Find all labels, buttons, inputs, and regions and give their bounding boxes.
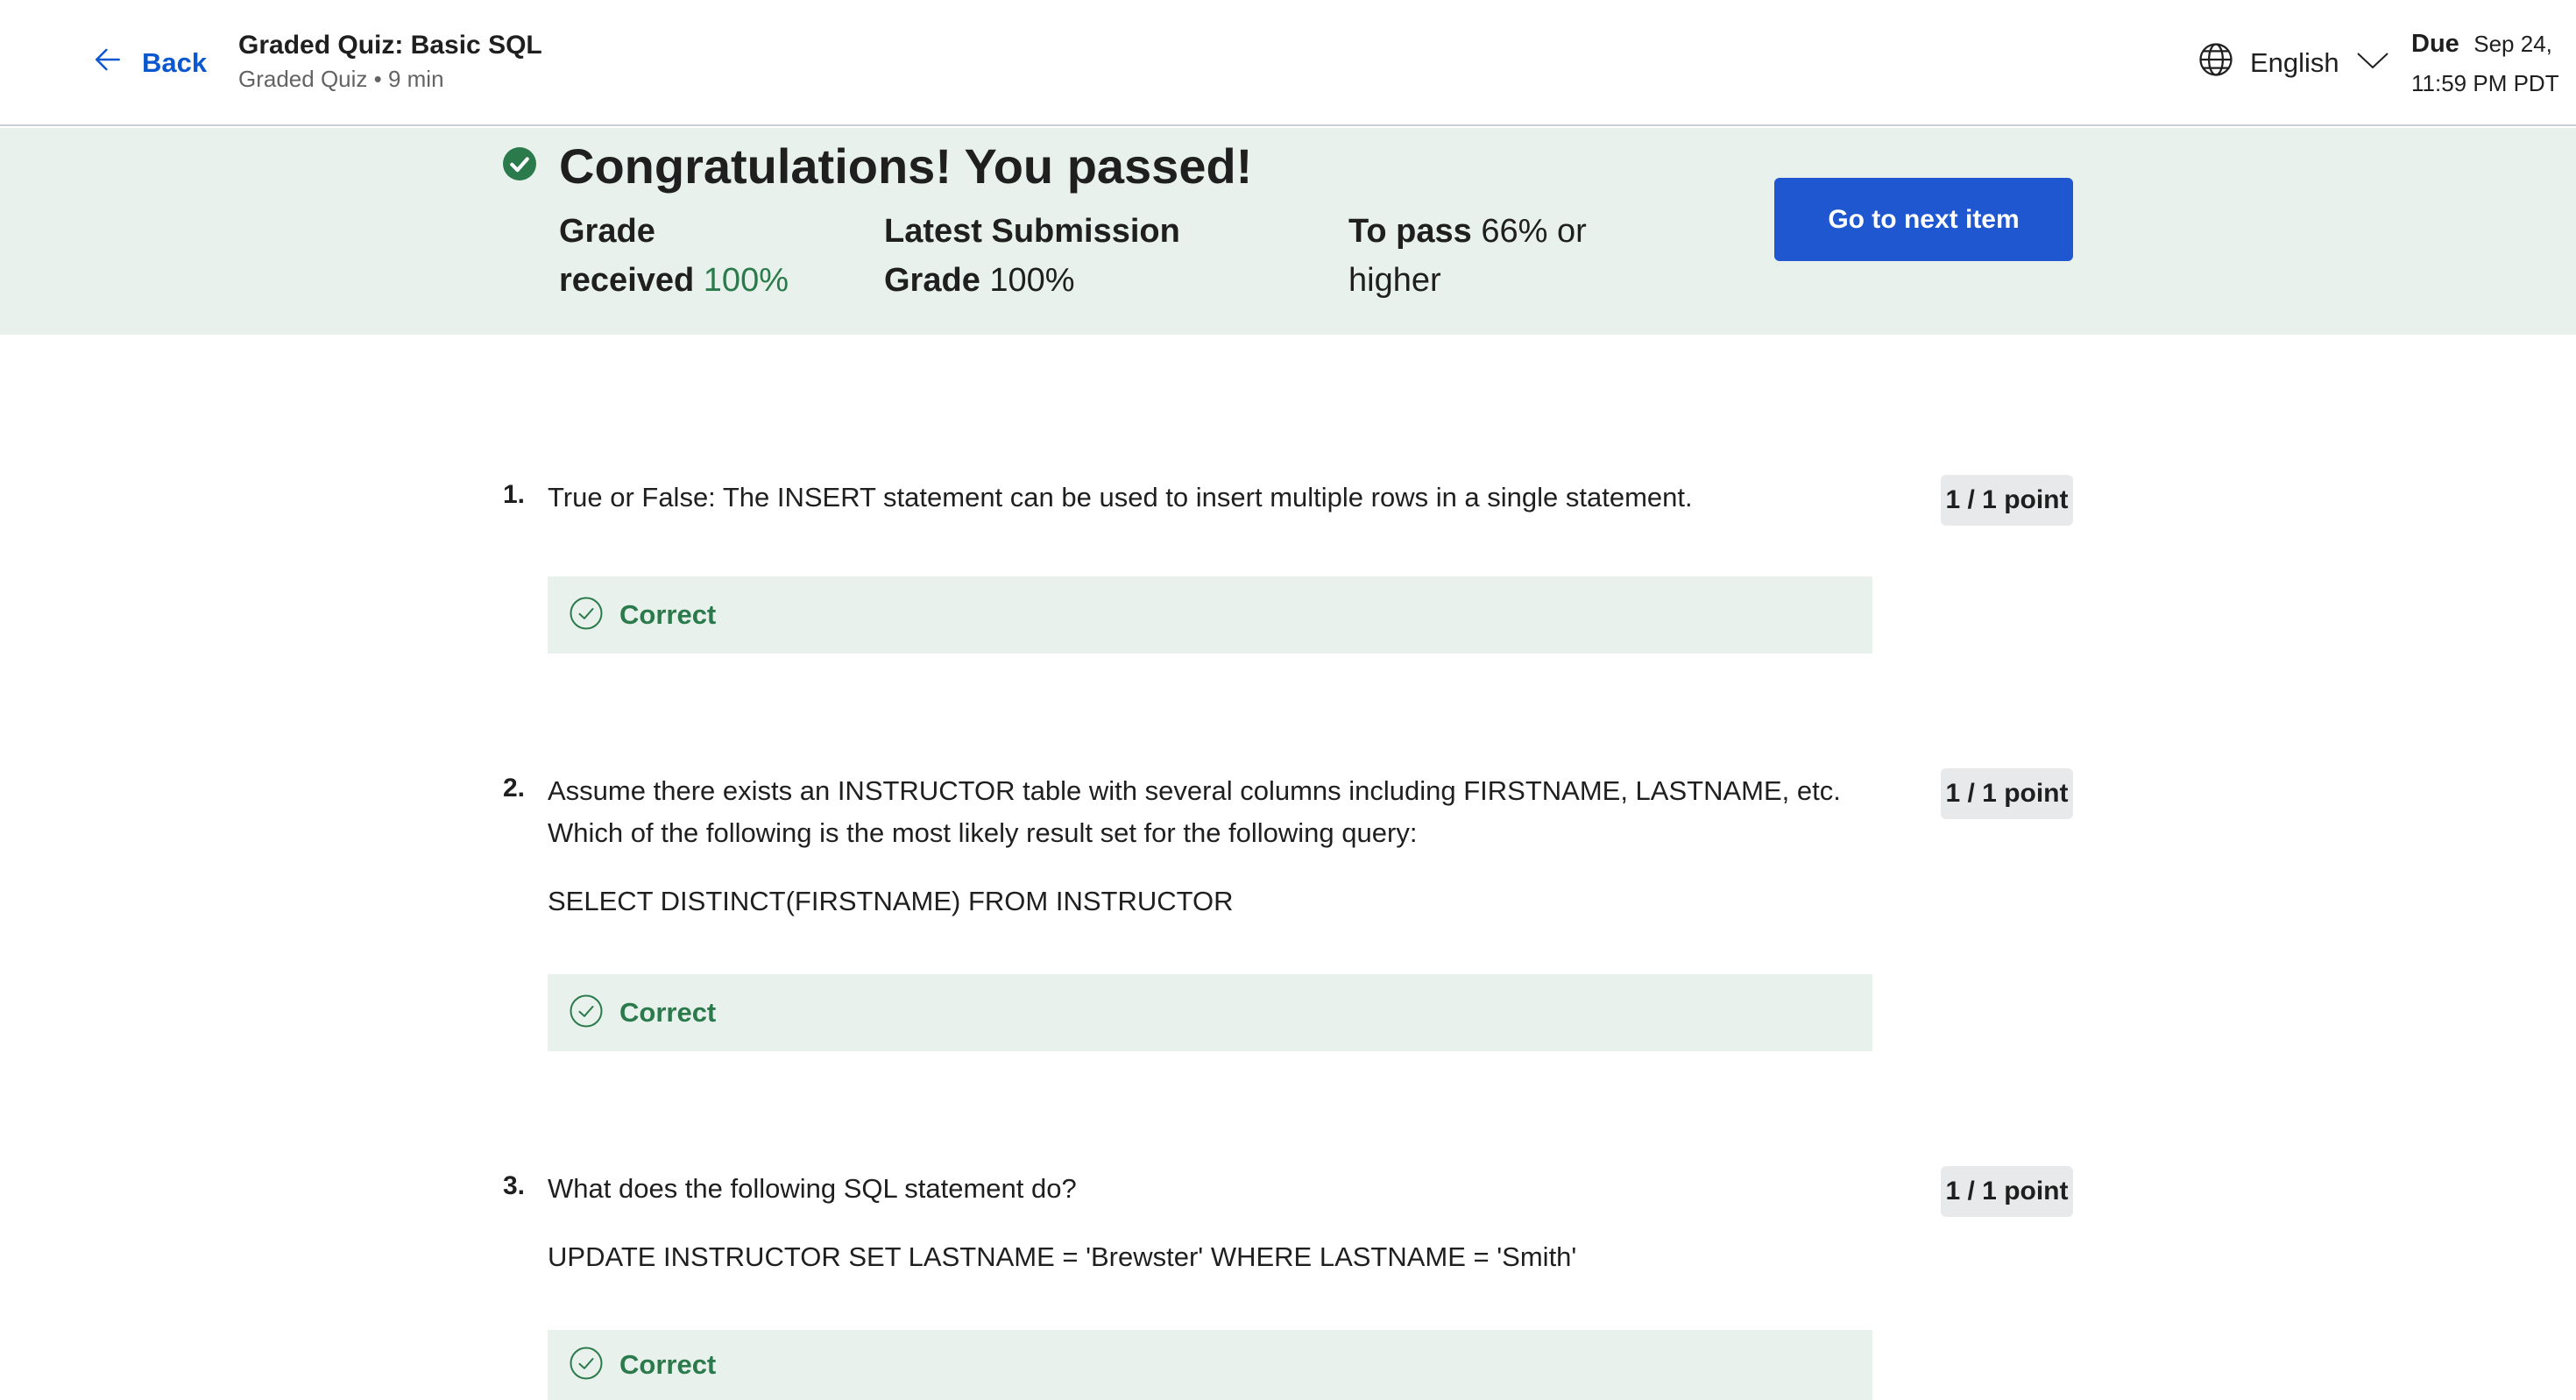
question-text: Assume there exists an INSTRUCTOR table … (548, 775, 1841, 848)
due-date: Sep 24, (2473, 31, 2552, 57)
feedback-correct: Correct (548, 974, 1872, 1051)
latest-submission-grade: Latest Submission Grade 100% (884, 207, 1252, 305)
query-snippet: UPDATE INSTRUCTOR SET LASTNAME = 'Brewst… (548, 1241, 1577, 1272)
check-circle-outline-icon (569, 993, 604, 1033)
feedback-correct: Correct (548, 1330, 1872, 1400)
question-text: What does the following SQL statement do… (548, 1173, 1077, 1204)
question-number: 3. (503, 1171, 526, 1200)
top-header: Back Graded Quiz: Basic SQL Graded Quiz … (0, 0, 2576, 126)
points-badge: 1 / 1 point (1941, 768, 2073, 819)
check-circle-outline-icon (569, 1346, 604, 1385)
question-text: True or False: The INSERT statement can … (548, 482, 1693, 513)
language-selector[interactable]: English (2197, 42, 2390, 84)
pass-value-line1: 66% or (1481, 213, 1587, 250)
grade-value: 100% (703, 262, 789, 299)
due-label: Due (2411, 30, 2459, 58)
page-subtitle: Graded Quiz • 9 min (238, 66, 444, 92)
latest-label-line1: Latest Submission (884, 213, 1180, 250)
check-circle-outline-icon (569, 596, 604, 635)
feedback-correct: Correct (548, 576, 1872, 654)
feedback-label: Correct (619, 1349, 717, 1380)
title-block: Graded Quiz: Basic SQL Graded Quiz • 9 m… (238, 28, 542, 95)
back-button[interactable]: Back (91, 42, 207, 84)
back-label[interactable]: Back (142, 47, 207, 79)
grade-received: Grade received 100% (559, 207, 822, 305)
latest-value: 100% (989, 262, 1075, 299)
language-label[interactable]: English (2250, 47, 2339, 79)
due-date-info: Due Sep 24, 11:59 PM PDT (2411, 26, 2559, 101)
globe-icon (2197, 41, 2234, 85)
pass-label: To pass (1348, 213, 1472, 250)
pass-headline: Congratulations! You passed! (559, 138, 1253, 194)
chevron-down-icon[interactable] (2355, 47, 2390, 79)
pass-threshold: To pass 66% or higher (1348, 207, 1611, 305)
question-number: 2. (503, 774, 526, 803)
go-to-next-item-button[interactable]: Go to next item (1774, 178, 2073, 261)
question-number: 1. (503, 480, 526, 509)
arrow-left-icon (91, 43, 124, 83)
check-circle-filled-icon (503, 147, 536, 180)
query-snippet: SELECT DISTINCT(FIRSTNAME) FROM INSTRUCT… (548, 886, 1234, 916)
pass-value-line2: higher (1348, 262, 1441, 299)
feedback-label: Correct (619, 599, 717, 630)
points-badge: 1 / 1 point (1941, 475, 2073, 526)
due-time: 11:59 PM PDT (2411, 70, 2559, 96)
feedback-label: Correct (619, 997, 717, 1028)
grade-label-line2: received (559, 262, 695, 299)
points-badge: 1 / 1 point (1941, 1166, 2073, 1217)
grade-label-line1: Grade (559, 213, 655, 250)
page-title: Graded Quiz: Basic SQL (238, 31, 542, 60)
result-banner: Congratulations! You passed! Grade recei… (0, 128, 2576, 335)
latest-label-line2: Grade (884, 262, 980, 299)
